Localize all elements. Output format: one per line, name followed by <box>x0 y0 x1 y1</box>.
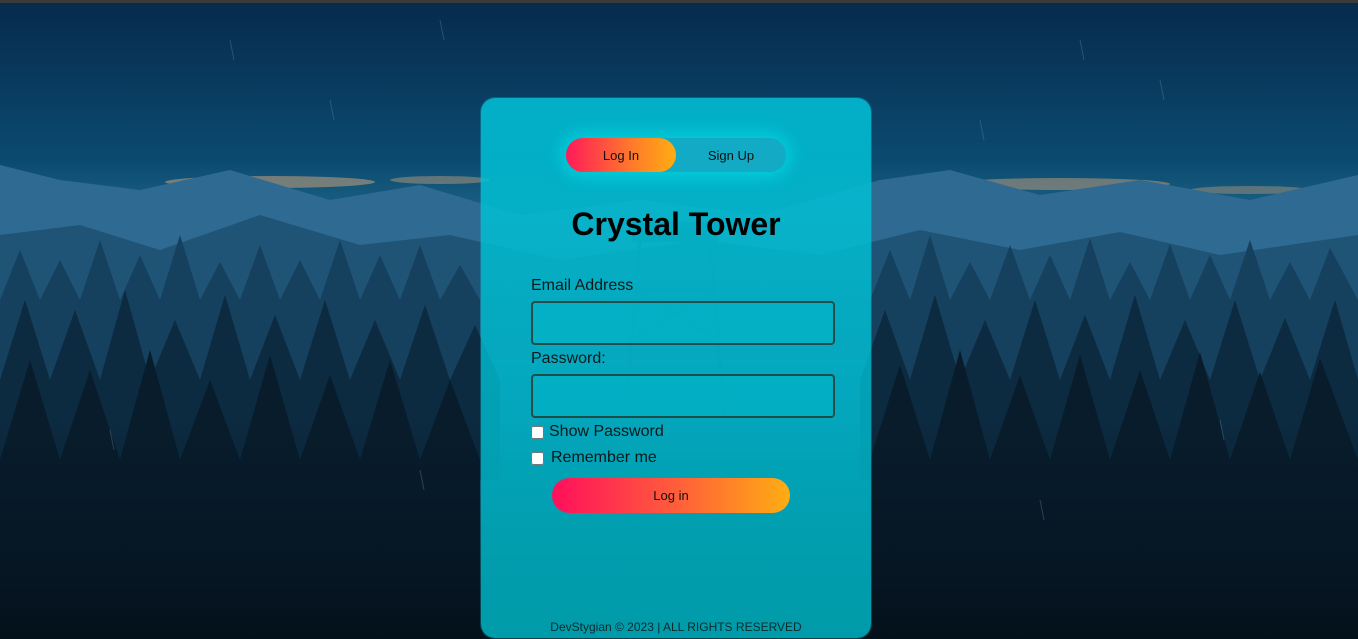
footer-copyright: DevStygian © 2023 | ALL RIGHTS RESERVED <box>550 620 802 634</box>
page-background: Log In Sign Up Crystal Tower Email Addre… <box>0 0 1358 639</box>
password-label: Password: <box>531 350 606 367</box>
email-label: Email Address <box>531 277 634 294</box>
browser-top-border <box>0 0 1358 3</box>
signup-tab-button[interactable]: Sign Up <box>676 138 786 172</box>
remember-me-label: Remember me <box>551 449 657 466</box>
login-submit-button[interactable]: Log in <box>552 478 790 513</box>
password-field[interactable] <box>531 374 835 418</box>
show-password-label: Show Password <box>549 423 664 440</box>
show-password-checkbox[interactable] <box>531 425 544 439</box>
auth-mode-toggle: Log In Sign Up <box>566 138 786 172</box>
page-title: Crystal Tower <box>571 206 781 242</box>
login-card: Log In Sign Up Crystal Tower Email Addre… <box>481 98 871 638</box>
remember-me-option[interactable]: Remember me <box>531 449 657 467</box>
remember-me-checkbox[interactable] <box>531 451 544 465</box>
email-field[interactable] <box>531 301 835 345</box>
show-password-option[interactable]: Show Password <box>531 423 664 441</box>
login-tab-button[interactable]: Log In <box>566 138 676 172</box>
